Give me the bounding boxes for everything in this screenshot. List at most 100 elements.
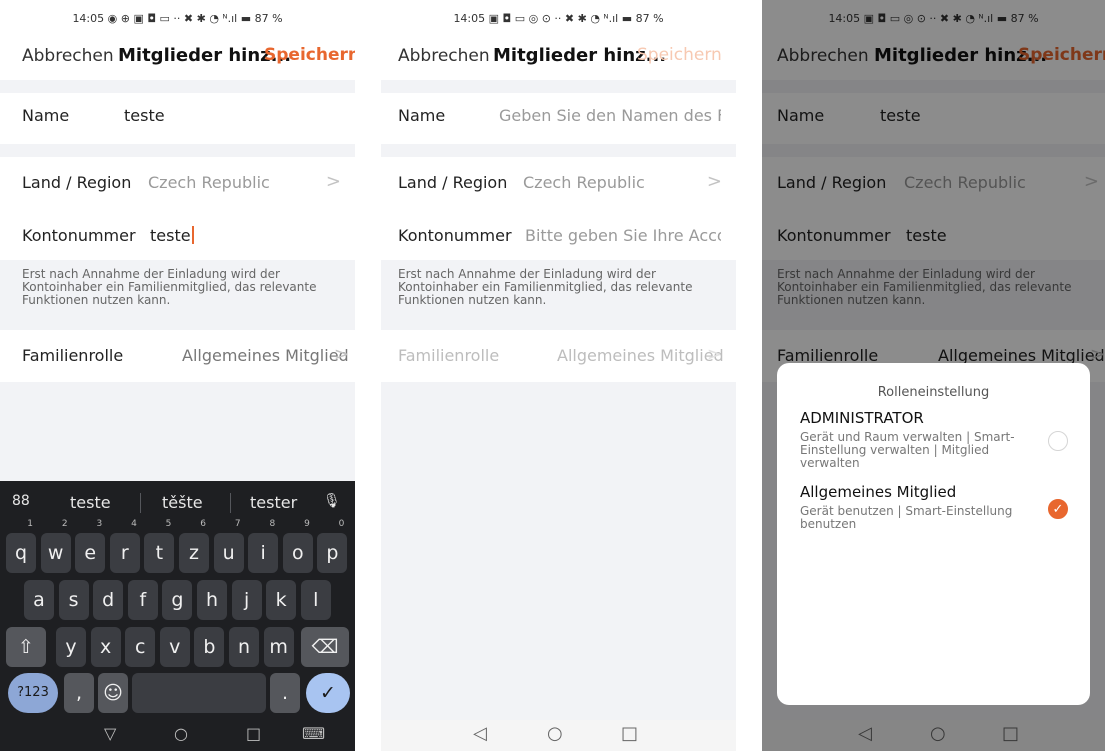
period-key[interactable]: .	[270, 673, 300, 713]
key-l[interactable]: l	[300, 580, 331, 620]
key-letter: p	[326, 542, 339, 564]
divider-band	[0, 144, 355, 157]
account-row[interactable]: Kontonummer Bitte geben Sie Ihre Accour	[381, 214, 736, 258]
role-row[interactable]: Familienrolle Allgemeines Mitglied >	[381, 334, 736, 378]
key-t[interactable]: t5	[144, 520, 175, 573]
keyboard-switch-icon[interactable]: ⌨	[302, 724, 325, 743]
mic-icon[interactable]: 🎙	[323, 493, 341, 509]
key-u[interactable]: u7	[213, 520, 244, 573]
name-field[interactable]: Geben Sie den Namen des Fam	[499, 106, 721, 125]
name-row[interactable]: Name teste	[0, 94, 355, 138]
key-q[interactable]: q1	[6, 520, 36, 573]
key-s[interactable]: s	[58, 580, 89, 620]
key-letter: u	[222, 542, 235, 564]
account-row[interactable]: Kontonummer teste	[0, 214, 355, 258]
option-description: Gerät und Raum verwalten | Smart-Einstel…	[800, 430, 1015, 470]
cancel-button[interactable]: Abbrechen	[22, 46, 114, 66]
account-label: Kontonummer	[398, 226, 512, 245]
key-hint: 6	[200, 519, 206, 529]
suggestion-item[interactable]: teste	[70, 493, 111, 512]
key-g[interactable]: g	[162, 580, 193, 620]
key-o[interactable]: o9	[282, 520, 313, 573]
keyboard: 88 teste těšte tester 🎙 q1w2e3r4t5z6u7i8…	[0, 481, 355, 751]
option-title: Allgemeines Mitglied	[800, 483, 957, 501]
key-z[interactable]: z6	[179, 520, 209, 573]
divider-band	[381, 144, 736, 157]
key-c[interactable]: c	[125, 627, 156, 667]
region-label: Land / Region	[22, 173, 132, 192]
comma-key[interactable]: ,	[64, 673, 94, 713]
key-a[interactable]: a	[24, 580, 54, 620]
key-letter: e	[84, 542, 97, 564]
name-row[interactable]: Name Geben Sie den Namen des Fam	[381, 94, 736, 138]
cancel-button[interactable]: Abbrechen	[398, 46, 490, 66]
key-hint: 2	[61, 519, 68, 529]
chevron-right-icon: >	[706, 344, 722, 365]
radio-unchecked-icon[interactable]	[1048, 431, 1068, 451]
role-row[interactable]: Familienrolle Allgemeines Mitglied >	[0, 334, 355, 378]
key-h[interactable]: h	[197, 580, 227, 620]
numbers-key[interactable]: ?123	[8, 673, 58, 713]
region-row[interactable]: Land / Region Czech Republic >	[381, 161, 736, 205]
account-label: Kontonummer	[22, 226, 136, 245]
key-hint: 3	[96, 519, 103, 529]
key-d[interactable]: d	[93, 580, 124, 620]
key-w[interactable]: w2	[40, 520, 71, 573]
key-r[interactable]: r4	[109, 520, 140, 573]
header: Abbrechen Mitglieder hinz... Speichern	[0, 44, 355, 70]
enter-key[interactable]: ✓	[306, 673, 350, 713]
suggestion-item[interactable]: těšte	[162, 493, 203, 512]
suggestion-item[interactable]: tester	[250, 493, 297, 512]
key-p[interactable]: p0	[317, 520, 348, 573]
back-nav-icon[interactable]: ▽	[104, 724, 116, 743]
key-i[interactable]: i8	[248, 520, 279, 573]
key-letter: w	[47, 542, 64, 564]
sheet-title: Rolleneinstellung	[877, 385, 990, 400]
account-field[interactable]: Bitte geben Sie Ihre Accour	[525, 226, 721, 245]
save-button[interactable]: Speichern	[264, 45, 355, 65]
region-label: Land / Region	[398, 173, 508, 192]
key-v[interactable]: v	[159, 627, 190, 667]
invitation-note: Erst nach Annahme der Einladung wird der…	[22, 267, 317, 307]
key-y[interactable]: y	[56, 627, 86, 667]
suggestion-divider	[230, 493, 231, 513]
key-hint: 8	[269, 519, 276, 529]
save-button[interactable]: Speichern	[637, 45, 722, 65]
role-value: Allgemeines Mitglied	[182, 346, 349, 365]
screen-add-member-typing: 14:05 ◉ ⊕ ▣ ◘ ▭ ·· ✖ ✱ ◔ ᴺ.ıl ▬ 87 % Abb…	[0, 0, 355, 751]
recents-nav-icon[interactable]: □	[621, 723, 638, 744]
backspace-key[interactable]: ⌫	[301, 627, 349, 667]
back-nav-icon[interactable]: ◁	[473, 723, 487, 744]
key-m[interactable]: m	[263, 627, 294, 667]
home-nav-icon[interactable]: ○	[174, 724, 188, 743]
key-k[interactable]: k	[266, 580, 297, 620]
name-label: Name	[22, 106, 70, 125]
key-hint: 5	[165, 519, 172, 529]
key-f[interactable]: f	[127, 580, 158, 620]
name-label: Name	[398, 106, 446, 125]
chevron-right-icon: >	[325, 171, 341, 192]
emoji-key[interactable]: ☺	[98, 673, 128, 713]
key-j[interactable]: j	[231, 580, 262, 620]
shift-key[interactable]: ⇧	[6, 627, 46, 667]
home-nav-icon[interactable]: ○	[547, 723, 563, 744]
region-row[interactable]: Land / Region Czech Republic >	[0, 161, 355, 205]
key-n[interactable]: n	[229, 627, 259, 667]
role-label: Familienrolle	[22, 346, 124, 365]
radio-checked-icon[interactable]: ✓	[1048, 499, 1068, 519]
space-key[interactable]	[132, 673, 266, 713]
recents-nav-icon[interactable]: □	[246, 724, 261, 743]
key-x[interactable]: x	[90, 627, 121, 667]
text-cursor	[191, 226, 194, 244]
grid-icon[interactable]: 88	[12, 493, 30, 509]
header: Abbrechen Mitglieder hinz... Speichern	[381, 44, 736, 70]
name-field[interactable]: teste	[124, 106, 165, 125]
key-letter: o	[291, 542, 304, 564]
key-b[interactable]: b	[194, 627, 225, 667]
suggestion-bar: 88 teste těšte tester 🎙	[0, 481, 355, 525]
screen-add-member-empty: 14:05 ▣ ◘ ▭ ◎ ⊙ ·· ✖ ✱ ◔ ᴺ.ıl ▬ 87 % Abb…	[381, 0, 736, 751]
key-hint: 1	[27, 519, 33, 529]
account-field[interactable]: teste	[150, 226, 194, 245]
key-hint: 0	[338, 519, 345, 529]
key-e[interactable]: e3	[75, 520, 106, 573]
